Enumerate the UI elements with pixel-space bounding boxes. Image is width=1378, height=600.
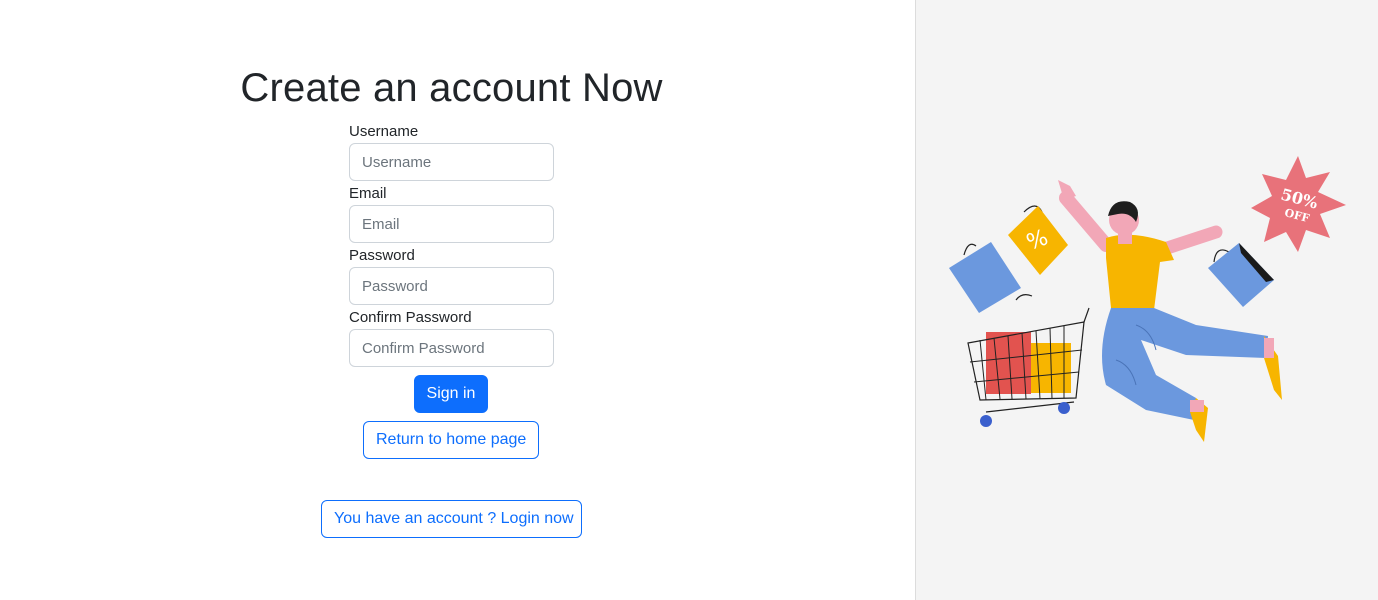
shopping-bag-icon xyxy=(949,242,1021,313)
page-title: Create an account Now xyxy=(240,66,663,110)
confirm-password-label: Confirm Password xyxy=(349,309,472,326)
signup-panel: Create an account Now Username Email Pas… xyxy=(0,0,915,600)
return-home-button[interactable]: Return to home page xyxy=(363,421,539,459)
password-input[interactable] xyxy=(349,267,554,305)
email-label: Email xyxy=(349,185,387,202)
password-label: Password xyxy=(349,247,415,264)
sign-in-button[interactable]: Sign in xyxy=(414,375,488,413)
login-link-button[interactable]: You have an account ? Login now xyxy=(321,500,582,538)
person-illustration xyxy=(1058,180,1282,442)
shopping-cart-icon xyxy=(967,294,1090,427)
illustration-panel: % 50% OFF xyxy=(915,0,1378,600)
shopping-illustration: % 50% OFF xyxy=(949,156,1346,442)
discount-bag-icon: % xyxy=(1008,205,1068,275)
email-input[interactable] xyxy=(349,205,554,243)
shopping-bag-icon xyxy=(1208,243,1274,307)
confirm-password-input[interactable] xyxy=(349,329,554,367)
signup-form: Username Email Password Confirm Password xyxy=(349,122,554,370)
username-input[interactable] xyxy=(349,143,554,181)
username-label: Username xyxy=(349,123,419,140)
discount-badge-icon: 50% OFF xyxy=(1251,156,1346,252)
